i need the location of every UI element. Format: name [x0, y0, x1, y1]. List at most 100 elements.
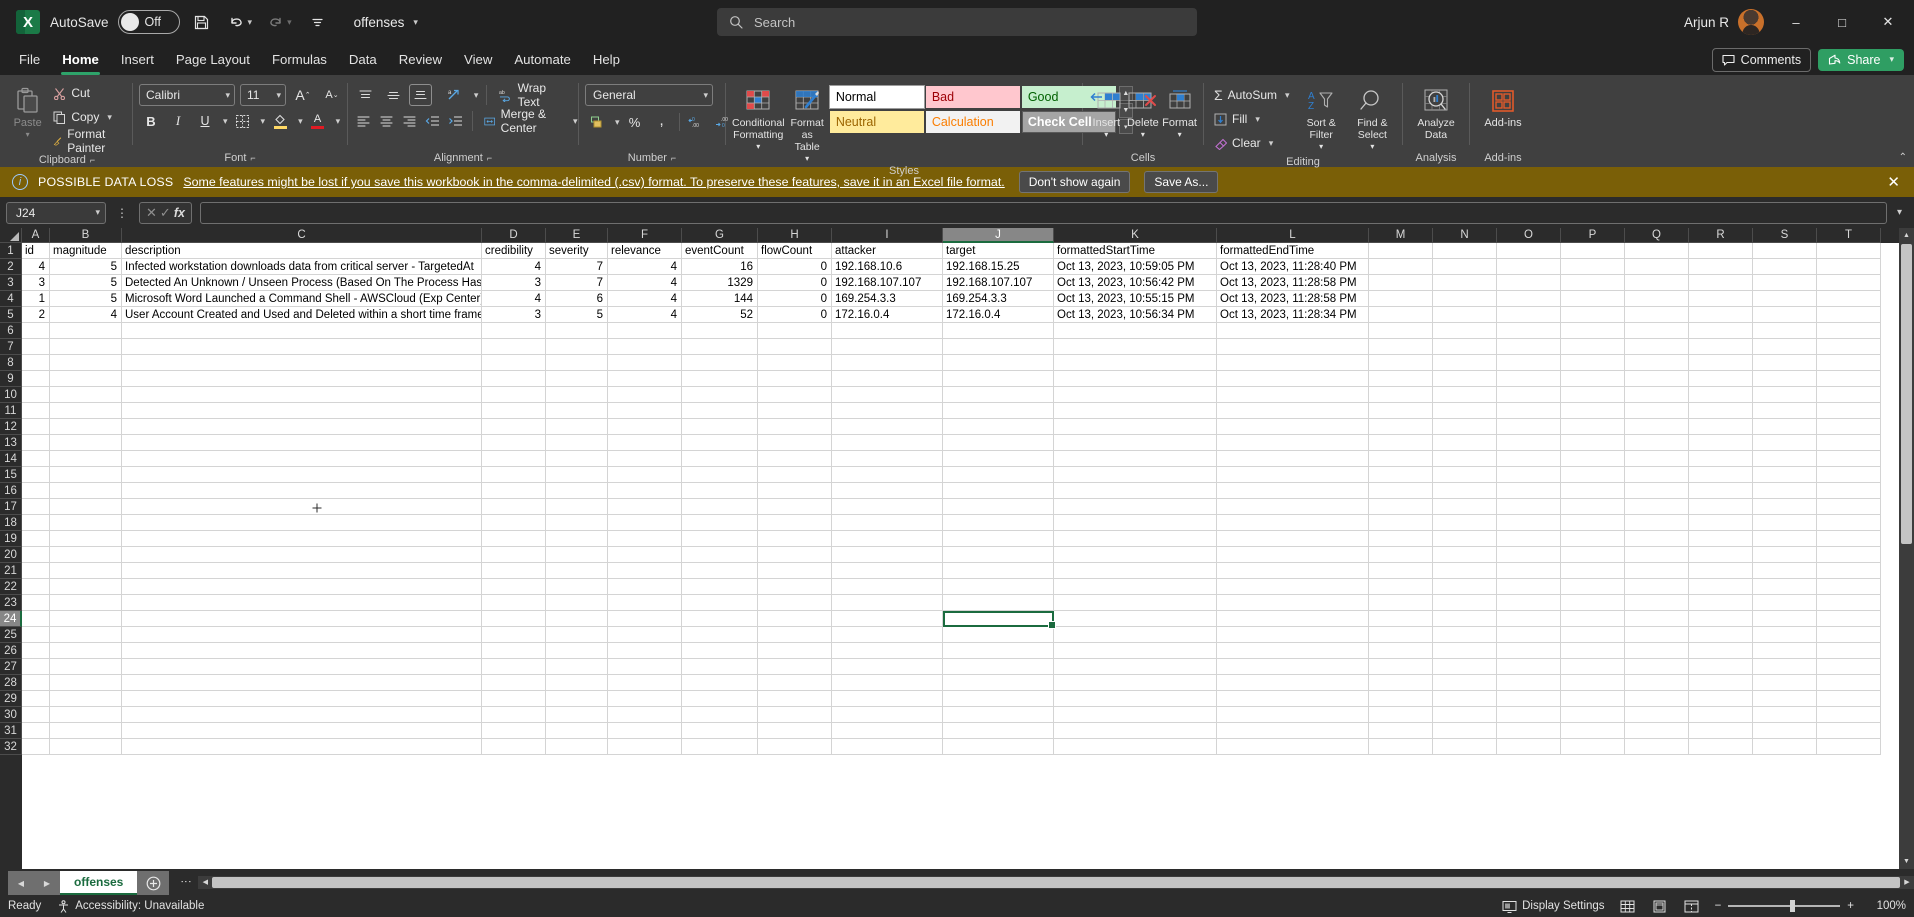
cell-S26[interactable]	[1753, 643, 1817, 659]
cell-P21[interactable]	[1561, 563, 1625, 579]
cell-M8[interactable]	[1369, 355, 1433, 371]
cell-M10[interactable]	[1369, 387, 1433, 403]
cell-O9[interactable]	[1497, 371, 1561, 387]
cut-button[interactable]: Cut	[49, 82, 126, 104]
cell-L11[interactable]	[1217, 403, 1369, 419]
column-header-b[interactable]: B	[50, 228, 122, 243]
cell-H11[interactable]	[758, 403, 832, 419]
cell-O2[interactable]	[1497, 259, 1561, 275]
column-header-g[interactable]: G	[682, 228, 758, 243]
cell-B16[interactable]	[50, 483, 122, 499]
cell-B5[interactable]: 4	[50, 307, 122, 323]
conditional-formatting-button[interactable]: Conditional Formatting ▾	[732, 82, 785, 151]
cell-E5[interactable]: 5	[546, 307, 608, 323]
cell-J1[interactable]: target	[943, 243, 1054, 259]
column-header-n[interactable]: N	[1433, 228, 1497, 243]
cell-F23[interactable]	[608, 595, 682, 611]
cell-A23[interactable]	[22, 595, 50, 611]
cell-N18[interactable]	[1433, 515, 1497, 531]
cell-G29[interactable]	[682, 691, 758, 707]
cell-A18[interactable]	[22, 515, 50, 531]
cell-H27[interactable]	[758, 659, 832, 675]
cell-L6[interactable]	[1217, 323, 1369, 339]
cell-M13[interactable]	[1369, 435, 1433, 451]
cell-C25[interactable]	[122, 627, 482, 643]
cell-E12[interactable]	[546, 419, 608, 435]
cell-D5[interactable]: 3	[482, 307, 546, 323]
cell-F5[interactable]: 4	[608, 307, 682, 323]
cell-K27[interactable]	[1054, 659, 1217, 675]
cell-B28[interactable]	[50, 675, 122, 691]
cell-O14[interactable]	[1497, 451, 1561, 467]
cell-N20[interactable]	[1433, 547, 1497, 563]
row-header-5[interactable]: 5	[0, 307, 22, 323]
name-box[interactable]: J24 ▾	[6, 201, 106, 224]
tab-insert[interactable]: Insert	[110, 47, 165, 73]
cell-K6[interactable]	[1054, 323, 1217, 339]
close-icon[interactable]: ✕	[1879, 173, 1908, 191]
cell-O18[interactable]	[1497, 515, 1561, 531]
cell-C16[interactable]	[122, 483, 482, 499]
cell-C1[interactable]: description	[122, 243, 482, 259]
cell-G17[interactable]	[682, 499, 758, 515]
cell-S15[interactable]	[1753, 467, 1817, 483]
cell-L24[interactable]	[1217, 611, 1369, 627]
cell-I31[interactable]	[832, 723, 943, 739]
cell-E30[interactable]	[546, 707, 608, 723]
cell-C8[interactable]	[122, 355, 482, 371]
cell-Q13[interactable]	[1625, 435, 1689, 451]
row-header-13[interactable]: 13	[0, 435, 22, 451]
cell-M2[interactable]	[1369, 259, 1433, 275]
cell-A12[interactable]	[22, 419, 50, 435]
cell-O28[interactable]	[1497, 675, 1561, 691]
cell-M22[interactable]	[1369, 579, 1433, 595]
cell-S22[interactable]	[1753, 579, 1817, 595]
cell-T17[interactable]	[1817, 499, 1881, 515]
cell-Q21[interactable]	[1625, 563, 1689, 579]
cell-L8[interactable]	[1217, 355, 1369, 371]
cell-O16[interactable]	[1497, 483, 1561, 499]
cell-I32[interactable]	[832, 739, 943, 755]
cell-R21[interactable]	[1689, 563, 1753, 579]
cell-C31[interactable]	[122, 723, 482, 739]
cell-R13[interactable]	[1689, 435, 1753, 451]
cell-C15[interactable]	[122, 467, 482, 483]
copy-button[interactable]: Copy ▾	[49, 106, 126, 128]
cell-A9[interactable]	[22, 371, 50, 387]
cell-G31[interactable]	[682, 723, 758, 739]
cell-C9[interactable]	[122, 371, 482, 387]
display-settings-button[interactable]: Display Settings	[1502, 900, 1605, 913]
format-cells-button[interactable]: Format ▾	[1162, 82, 1197, 139]
cell-L17[interactable]	[1217, 499, 1369, 515]
cell-C24[interactable]	[122, 611, 482, 627]
cell-N14[interactable]	[1433, 451, 1497, 467]
cell-K2[interactable]: Oct 13, 2023, 10:59:05 PM	[1054, 259, 1217, 275]
cell-E4[interactable]: 6	[546, 291, 608, 307]
cell-Q16[interactable]	[1625, 483, 1689, 499]
cell-B13[interactable]	[50, 435, 122, 451]
cell-M30[interactable]	[1369, 707, 1433, 723]
cell-T20[interactable]	[1817, 547, 1881, 563]
cell-P27[interactable]	[1561, 659, 1625, 675]
cell-J23[interactable]	[943, 595, 1054, 611]
cell-T29[interactable]	[1817, 691, 1881, 707]
cell-J15[interactable]	[943, 467, 1054, 483]
cell-R7[interactable]	[1689, 339, 1753, 355]
cell-F20[interactable]	[608, 547, 682, 563]
tab-automate[interactable]: Automate	[503, 47, 581, 73]
cell-J21[interactable]	[943, 563, 1054, 579]
cell-Q22[interactable]	[1625, 579, 1689, 595]
tab-data[interactable]: Data	[338, 47, 388, 73]
cell-E1[interactable]: severity	[546, 243, 608, 259]
cell-M4[interactable]	[1369, 291, 1433, 307]
cell-J18[interactable]	[943, 515, 1054, 531]
cell-H15[interactable]	[758, 467, 832, 483]
cell-C7[interactable]	[122, 339, 482, 355]
cell-H30[interactable]	[758, 707, 832, 723]
cell-L14[interactable]	[1217, 451, 1369, 467]
cell-J10[interactable]	[943, 387, 1054, 403]
cell-J26[interactable]	[943, 643, 1054, 659]
cell-G3[interactable]: 1329	[682, 275, 758, 291]
cell-N30[interactable]	[1433, 707, 1497, 723]
cell-P10[interactable]	[1561, 387, 1625, 403]
